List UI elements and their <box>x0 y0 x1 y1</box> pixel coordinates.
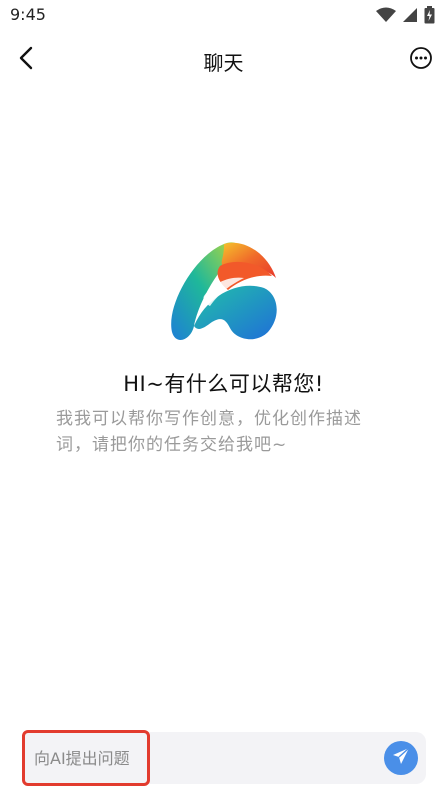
more-circle-icon <box>409 46 433 74</box>
intro-text: 我我可以帮你写作创意，优化创作描述词，请把你的任务交给我吧~ <box>56 409 362 455</box>
header: 聊天 <box>0 36 447 84</box>
more-button[interactable] <box>407 46 435 74</box>
battery-charging-icon <box>424 6 435 24</box>
question-input[interactable] <box>34 732 334 784</box>
ai-logo-icon <box>170 242 277 340</box>
signal-icon <box>402 7 418 23</box>
welcome-section: HI~有什么可以帮您! 我我可以帮你写作创意，优化创作描述词，请把你的任务交给我… <box>0 236 447 458</box>
chat-input-bar <box>22 732 426 784</box>
status-time: 9:45 <box>10 5 46 24</box>
status-icons <box>376 6 435 24</box>
page-title: 聊天 <box>203 51 244 75</box>
greeting-text: HI~有什么可以帮您! <box>123 372 324 396</box>
send-button[interactable] <box>384 741 418 775</box>
paper-plane-icon <box>391 746 411 770</box>
wifi-icon <box>376 7 396 23</box>
chat-screen: 9:45 聊天 HI~有什么可以帮您! 我我可以帮你写作创意，优化创作描述词，请… <box>0 0 447 795</box>
status-bar: 9:45 <box>0 0 447 30</box>
